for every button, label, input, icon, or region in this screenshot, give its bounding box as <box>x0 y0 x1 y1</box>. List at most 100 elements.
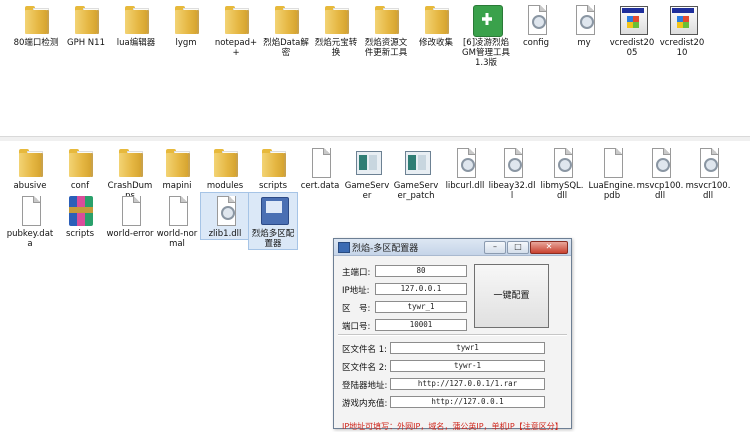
gear-icon <box>580 15 594 29</box>
file-item[interactable]: cert.data <box>296 145 344 191</box>
file-icon <box>303 147 337 179</box>
file-item[interactable]: 烈焰资源文件更新工具 <box>362 2 410 58</box>
dll-file-icon <box>545 147 579 179</box>
file-item[interactable]: 80端口检测 <box>12 2 60 48</box>
launcher-url-input[interactable]: http://127.0.0.1/1.rar <box>390 378 545 390</box>
file-item[interactable]: GPH N11 <box>62 2 110 48</box>
file-item-label: zlib1.dll <box>208 229 242 239</box>
file-item-label: scripts <box>258 181 288 191</box>
file-item[interactable]: LuaEngine.pdb <box>588 145 636 201</box>
folder-icon <box>69 4 103 36</box>
file-item[interactable]: [6]凌游烈焰GM管理工具1.3版 <box>462 2 510 68</box>
file-item[interactable]: mapini <box>153 145 201 191</box>
one-key-config-button[interactable]: 一键配置 <box>474 264 549 328</box>
file-item-label: [6]凌游烈焰GM管理工具1.3版 <box>462 38 510 68</box>
archive-icon <box>63 195 97 227</box>
file-item-label: pubkey.data <box>6 229 54 249</box>
file-item[interactable]: vcredist2005 <box>608 2 656 58</box>
file-item-label: lua编辑器 <box>116 38 156 48</box>
port-input[interactable]: 10001 <box>375 319 467 331</box>
file-item[interactable]: world-normal <box>153 193 201 249</box>
ip-label: IP地址: <box>342 286 370 296</box>
file-item[interactable]: scripts <box>249 145 297 191</box>
file-item[interactable]: my <box>560 2 608 48</box>
dll-file-icon <box>691 147 725 179</box>
file-item[interactable]: msvcr100.dll <box>684 145 732 201</box>
file-item[interactable]: GameServer <box>343 145 391 201</box>
file-icon <box>595 147 629 179</box>
file-item[interactable]: modules <box>201 145 249 191</box>
file-icon <box>113 195 147 227</box>
application-icon <box>399 147 433 179</box>
file-item[interactable]: abusive <box>6 145 54 191</box>
file-item[interactable]: vcredist2010 <box>658 2 706 58</box>
main-port-label: 主端口: <box>342 268 371 278</box>
gear-icon <box>656 158 670 172</box>
folder-icon <box>113 147 147 179</box>
dialog-titlebar[interactable]: 烈焰-多区配置器 – □ ✕ <box>334 239 571 256</box>
file-item[interactable]: notepad++ <box>212 2 260 58</box>
file-item[interactable]: scripts <box>56 193 104 239</box>
file-item-label: lygm <box>175 38 197 48</box>
file-item-label: LuaEngine.pdb <box>588 181 636 201</box>
folder-icon <box>219 4 253 36</box>
file-item-label: world-error <box>106 229 154 239</box>
zone-file-2-input[interactable]: tywr-1 <box>390 360 545 372</box>
main-port-input[interactable]: 80 <box>375 265 467 277</box>
file-item-label: cert.data <box>300 181 340 191</box>
file-item[interactable]: libmySQL.dll <box>538 145 586 201</box>
file-item[interactable]: pubkey.data <box>6 193 54 249</box>
dll-file-icon <box>643 147 677 179</box>
file-item[interactable]: 烈焰Data解密 <box>262 2 310 58</box>
file-item-label: 烈焰Data解密 <box>263 38 309 58</box>
zone-label: 区 号: <box>342 304 371 314</box>
maximize-button[interactable]: □ <box>507 241 529 254</box>
file-item[interactable]: GameServer_patch <box>392 145 440 201</box>
minimize-button[interactable]: – <box>484 241 506 254</box>
launcher-url-label: 登陆器地址: <box>342 381 388 391</box>
recharge-url-input[interactable]: http://127.0.0.1 <box>390 396 545 408</box>
dll-file-icon <box>519 4 553 36</box>
divider <box>338 334 567 336</box>
gear-icon <box>558 158 572 172</box>
ip-input[interactable]: 127.0.0.1 <box>375 283 467 295</box>
file-item-label: 修改收集 <box>418 38 453 48</box>
file-item[interactable]: libeay32.dll <box>488 145 536 201</box>
dialog-title: 烈焰-多区配置器 <box>352 244 419 254</box>
dll-file-icon <box>448 147 482 179</box>
file-item-label: GPH N11 <box>67 38 105 48</box>
config-dialog: 烈焰-多区配置器 – □ ✕ 主端口: 80 IP地址: 127.0.0.1 区… <box>333 238 572 431</box>
file-item[interactable]: 修改收集 <box>412 2 460 48</box>
config-tool-icon <box>256 195 290 227</box>
file-item[interactable]: conf <box>56 145 104 191</box>
close-button[interactable]: ✕ <box>530 241 568 254</box>
folder-icon <box>208 147 242 179</box>
folder-icon <box>419 4 453 36</box>
zone-file-1-input[interactable]: tywr1 <box>390 342 545 354</box>
zone-input[interactable]: tywr_1 <box>375 301 467 313</box>
gear-icon <box>704 158 718 172</box>
installer-icon <box>615 4 649 36</box>
file-item-label: GameServer_patch <box>393 181 439 201</box>
app-icon <box>338 242 350 253</box>
application-icon <box>350 147 384 179</box>
file-item[interactable]: lua编辑器 <box>112 2 160 48</box>
file-item-label: GameServer <box>344 181 390 201</box>
file-item[interactable]: lygm <box>162 2 210 48</box>
port-label: 端口号: <box>342 322 371 332</box>
file-item-label: libmySQL.dll <box>540 181 584 201</box>
file-item[interactable]: config <box>512 2 560 48</box>
dll-file-icon <box>495 147 529 179</box>
file-item[interactable]: 烈焰元宝转换 <box>312 2 360 58</box>
file-item[interactable]: world-error <box>106 193 154 239</box>
gear-icon <box>461 158 475 172</box>
file-item[interactable]: zlib1.dll <box>200 192 250 240</box>
toolkit-icon <box>469 4 503 37</box>
folder-icon <box>13 147 47 179</box>
file-item-label: my <box>577 38 591 48</box>
file-item[interactable]: libcurl.dll <box>441 145 489 191</box>
file-item[interactable]: msvcp100.dll <box>636 145 684 201</box>
file-item[interactable]: 烈焰多区配置器 <box>248 192 298 250</box>
gear-icon <box>508 158 522 172</box>
file-item-label: libeay32.dll <box>488 181 536 201</box>
